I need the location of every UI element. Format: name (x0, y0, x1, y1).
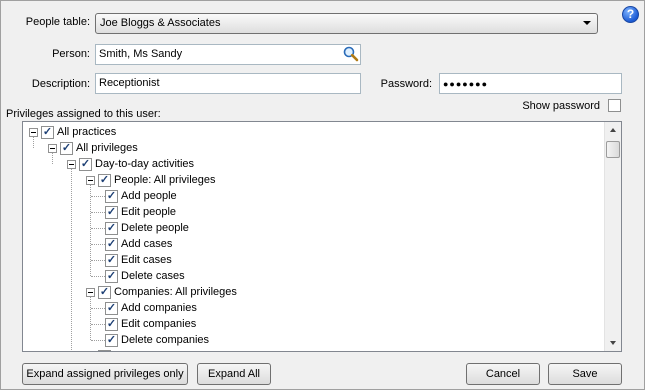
tree-node-label: Add people (121, 190, 177, 202)
collapse-icon[interactable] (29, 128, 38, 137)
tree-node-label: Edit companies (121, 318, 197, 330)
password-label: Password: (380, 78, 432, 90)
show-password-checkbox[interactable] (608, 99, 621, 112)
people-table-label: People table: (25, 16, 90, 28)
collapse-icon[interactable] (86, 176, 95, 185)
privileges-label: Privileges assigned to this user: (6, 108, 161, 120)
description-label: Description: (31, 78, 90, 90)
tree-node-label: Accounts: All privileges (114, 350, 227, 351)
expand-assigned-button[interactable]: Expand assigned privileges only (22, 363, 188, 385)
people-table-value: Joe Bloggs & Associates (100, 17, 221, 29)
tree-connector (91, 212, 105, 213)
tree-node-label: Companies: All privileges (114, 286, 237, 298)
chevron-down-icon (583, 21, 591, 25)
tree-node-checkbox[interactable]: ✓ (60, 142, 73, 155)
tree-node-label: Add cases (121, 238, 173, 250)
tree-node-label: Day-to-day activities (95, 158, 195, 170)
tree-node-checkbox[interactable]: ✓ (105, 270, 118, 283)
person-value: Smith, Ms Sandy (99, 48, 183, 60)
collapse-icon[interactable] (67, 160, 76, 169)
scroll-up-icon[interactable] (610, 128, 616, 132)
cancel-button[interactable]: Cancel (466, 363, 540, 385)
password-field[interactable]: ●●●●●●● (439, 73, 622, 94)
tree-connector (91, 340, 105, 341)
tree-node-checkbox[interactable]: ✓ (98, 350, 111, 351)
tree-node-checkbox[interactable]: ✓ (105, 206, 118, 219)
tree-node-checkbox[interactable]: ✓ (79, 158, 92, 171)
tree-node-checkbox[interactable]: ✓ (105, 318, 118, 331)
tree-connector (91, 324, 105, 325)
tree-node-label: People: All privileges (114, 174, 216, 186)
show-password-label: Show password (522, 100, 600, 112)
tree-connector (91, 260, 105, 261)
tree-node-label: All privileges (76, 142, 138, 154)
description-value: Receptionist (99, 77, 160, 89)
tree-connector (90, 185, 91, 276)
tree-connector (91, 276, 105, 277)
tree-node-checkbox[interactable]: ✓ (105, 254, 118, 267)
expand-all-button[interactable]: Expand All (197, 363, 271, 385)
tree-node-checkbox[interactable]: ✓ (105, 334, 118, 347)
tree-node-checkbox[interactable]: ✓ (105, 238, 118, 251)
tree-node-label: Delete companies (121, 334, 210, 346)
description-field[interactable]: Receptionist (95, 73, 361, 94)
collapse-icon[interactable] (86, 288, 95, 297)
tree-node-label: Delete people (121, 222, 189, 234)
tree-node-label: Delete cases (121, 270, 185, 282)
tree-connector (91, 196, 105, 197)
tree-connector (71, 169, 72, 351)
people-table-dropdown[interactable]: Joe Bloggs & Associates (95, 13, 598, 34)
tree-scrollbar[interactable] (604, 122, 621, 351)
tree-node-checkbox[interactable]: ✓ (105, 190, 118, 203)
tree-node-label: Edit people (121, 206, 177, 218)
tree-node-checkbox[interactable]: ✓ (105, 302, 118, 315)
help-icon[interactable]: ? (622, 6, 639, 23)
tree-node-checkbox[interactable]: ✓ (105, 222, 118, 235)
scroll-down-icon[interactable] (610, 341, 616, 345)
collapse-icon[interactable] (48, 144, 57, 153)
person-field[interactable]: Smith, Ms Sandy (95, 44, 361, 65)
tree-node-checkbox[interactable]: ✓ (98, 286, 111, 299)
search-icon[interactable] (342, 45, 359, 62)
password-value: ●●●●●●● (443, 79, 489, 89)
privileges-tree[interactable]: ✓ All practices ✓ All privileges ✓ Day-to-day… (22, 121, 622, 352)
tree-connector (52, 153, 53, 164)
scroll-thumb[interactable] (606, 141, 620, 158)
tree-node-label: Add companies (121, 302, 197, 314)
tree-connector (33, 137, 34, 148)
save-button[interactable]: Save (548, 363, 622, 385)
tree-connector (91, 228, 105, 229)
tree-connector (91, 308, 105, 309)
tree-node-checkbox[interactable]: ✓ (41, 126, 54, 139)
tree-node-label: Edit cases (121, 254, 172, 266)
person-label: Person: (52, 48, 90, 60)
tree-node-checkbox[interactable]: ✓ (98, 174, 111, 187)
tree-connector (91, 244, 105, 245)
tree-connector (90, 297, 91, 340)
tree-node-label: All practices (57, 126, 117, 138)
